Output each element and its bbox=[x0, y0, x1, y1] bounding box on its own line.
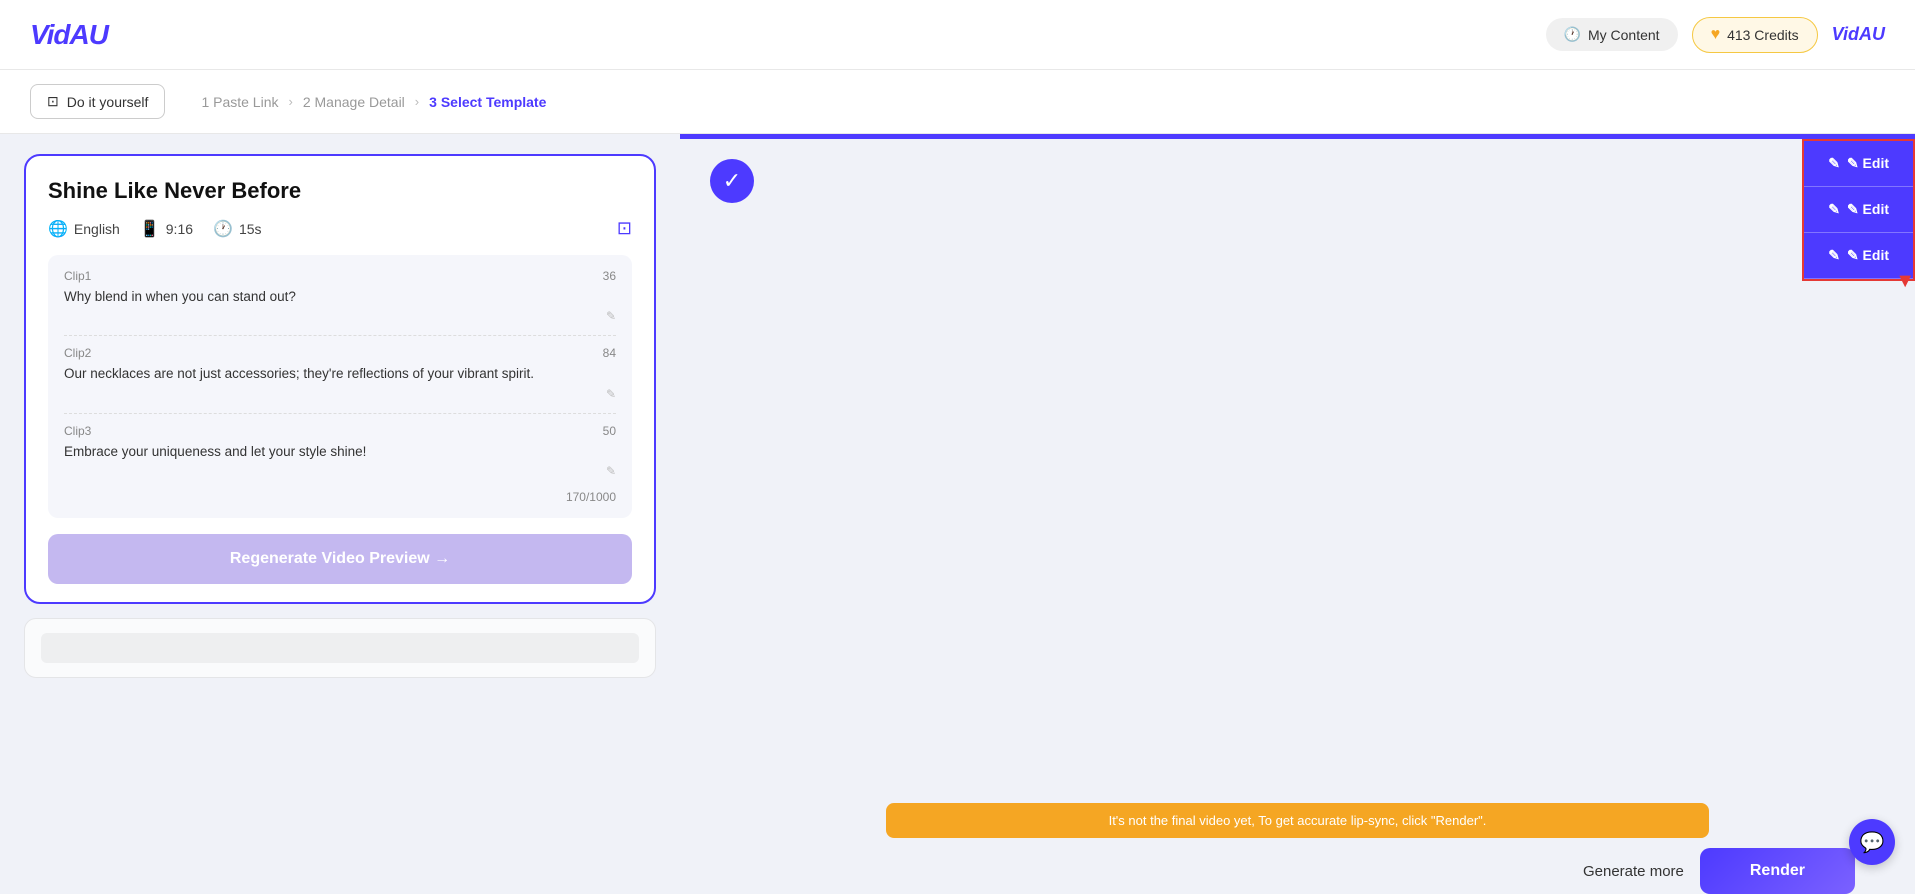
header-right: 🕐 My Content ♥ 413 Credits VidAU bbox=[1546, 17, 1885, 53]
diy-button[interactable]: ⊡ Do it yourself bbox=[30, 84, 165, 119]
clips-area: Clip1 36 Why blend in when you can stand… bbox=[48, 255, 632, 518]
card-edit-icon[interactable]: ⊡ bbox=[617, 218, 632, 239]
warning-banner: It's not the final video yet, To get acc… bbox=[886, 803, 1709, 838]
total-char-count: 170/1000 bbox=[64, 490, 616, 504]
card-title: Shine Like Never Before bbox=[48, 178, 632, 204]
globe-icon: 🌐 bbox=[48, 219, 68, 239]
clip3-name: Clip3 bbox=[64, 424, 91, 438]
credits-label: 413 Credits bbox=[1727, 27, 1799, 43]
checkmark-icon: ✓ bbox=[723, 168, 741, 194]
clip2-edit[interactable]: ✎ bbox=[64, 387, 616, 401]
secondary-card bbox=[24, 618, 656, 678]
clock-icon: 🕐 bbox=[1564, 26, 1581, 43]
video-card: Shine Like Never Before 🌐 English 📱 9:16… bbox=[24, 154, 656, 604]
selected-check: ✓ bbox=[710, 159, 754, 203]
clip-item-2: Clip2 84 Our necklaces are not just acce… bbox=[64, 346, 616, 400]
card-meta: 🌐 English 📱 9:16 🕐 15s ⊡ bbox=[48, 218, 632, 239]
clip3-header: Clip3 50 bbox=[64, 424, 616, 438]
right-panel: ✓ ✎ ✎ Edit ✎ ✎ Edit ✎ ✎ Edit ▼ bbox=[680, 134, 1915, 894]
clip1-text: Why blend in when you can stand out? bbox=[64, 287, 616, 307]
bottom-actions: Generate more Render bbox=[680, 848, 1915, 894]
logo: VidAU bbox=[30, 19, 108, 51]
clip2-header: Clip2 84 bbox=[64, 346, 616, 360]
edit2-icon: ✎ bbox=[1828, 201, 1840, 218]
clip3-text: Embrace your uniqueness and let your sty… bbox=[64, 442, 616, 462]
edit-button-2[interactable]: ✎ ✎ Edit bbox=[1804, 187, 1913, 233]
clip-item-1: Clip1 36 Why blend in when you can stand… bbox=[64, 269, 616, 323]
heart-icon: ♥ bbox=[1711, 26, 1721, 44]
header-logo-text: VidAU bbox=[1832, 24, 1885, 45]
edit-square-icon: ⊡ bbox=[47, 93, 59, 110]
timer-icon: 🕐 bbox=[213, 219, 233, 239]
step1-label: 1 Paste Link bbox=[201, 94, 278, 110]
clip3-edit[interactable]: ✎ bbox=[64, 464, 616, 478]
clip1-header: Clip1 36 bbox=[64, 269, 616, 283]
phone-icon: 📱 bbox=[140, 219, 160, 239]
red-down-arrow: ▼ bbox=[1895, 270, 1915, 293]
step2-label: 2 Manage Detail bbox=[303, 94, 405, 110]
header: VidAU 🕐 My Content ♥ 413 Credits VidAU bbox=[0, 0, 1915, 70]
my-content-button[interactable]: 🕐 My Content bbox=[1546, 18, 1678, 51]
ratio-meta: 📱 9:16 bbox=[140, 219, 193, 239]
chevron1: › bbox=[289, 94, 293, 109]
template-area: ✓ ✎ ✎ Edit ✎ ✎ Edit ✎ ✎ Edit ▼ bbox=[680, 139, 1915, 803]
credits-button[interactable]: ♥ 413 Credits bbox=[1692, 17, 1818, 53]
breadcrumb-bar: ⊡ Do it yourself 1 Paste Link › 2 Manage… bbox=[0, 70, 1915, 134]
regenerate-button[interactable]: Regenerate Video Preview → bbox=[48, 534, 632, 584]
chat-icon: 💬 bbox=[1860, 830, 1885, 855]
generate-more-button[interactable]: Generate more bbox=[1583, 863, 1684, 880]
edit-buttons-panel: ✎ ✎ Edit ✎ ✎ Edit ✎ ✎ Edit ▼ bbox=[1802, 139, 1915, 281]
clip2-name: Clip2 bbox=[64, 346, 91, 360]
clip1-count: 36 bbox=[603, 269, 616, 283]
edit-button-1[interactable]: ✎ ✎ Edit bbox=[1804, 141, 1913, 187]
clip2-count: 84 bbox=[603, 346, 616, 360]
edit3-icon: ✎ bbox=[1828, 247, 1840, 264]
chat-button[interactable]: 💬 bbox=[1849, 819, 1895, 865]
left-panel: Shine Like Never Before 🌐 English 📱 9:16… bbox=[0, 134, 680, 894]
clip-item-3: Clip3 50 Embrace your uniqueness and let… bbox=[64, 424, 616, 478]
render-button[interactable]: Render bbox=[1700, 848, 1855, 894]
clip2-text: Our necklaces are not just accessories; … bbox=[64, 364, 616, 384]
duration-meta: 🕐 15s bbox=[213, 219, 262, 239]
clip1-name: Clip1 bbox=[64, 269, 91, 283]
clip3-count: 50 bbox=[603, 424, 616, 438]
edit1-icon: ✎ bbox=[1828, 155, 1840, 172]
language-meta: 🌐 English bbox=[48, 219, 120, 239]
main-content: Shine Like Never Before 🌐 English 📱 9:16… bbox=[0, 134, 1915, 894]
breadcrumb-steps: 1 Paste Link › 2 Manage Detail › 3 Selec… bbox=[201, 94, 546, 110]
clip1-edit[interactable]: ✎ bbox=[64, 309, 616, 323]
step3-label: 3 Select Template bbox=[429, 94, 546, 110]
chevron2: › bbox=[415, 94, 419, 109]
